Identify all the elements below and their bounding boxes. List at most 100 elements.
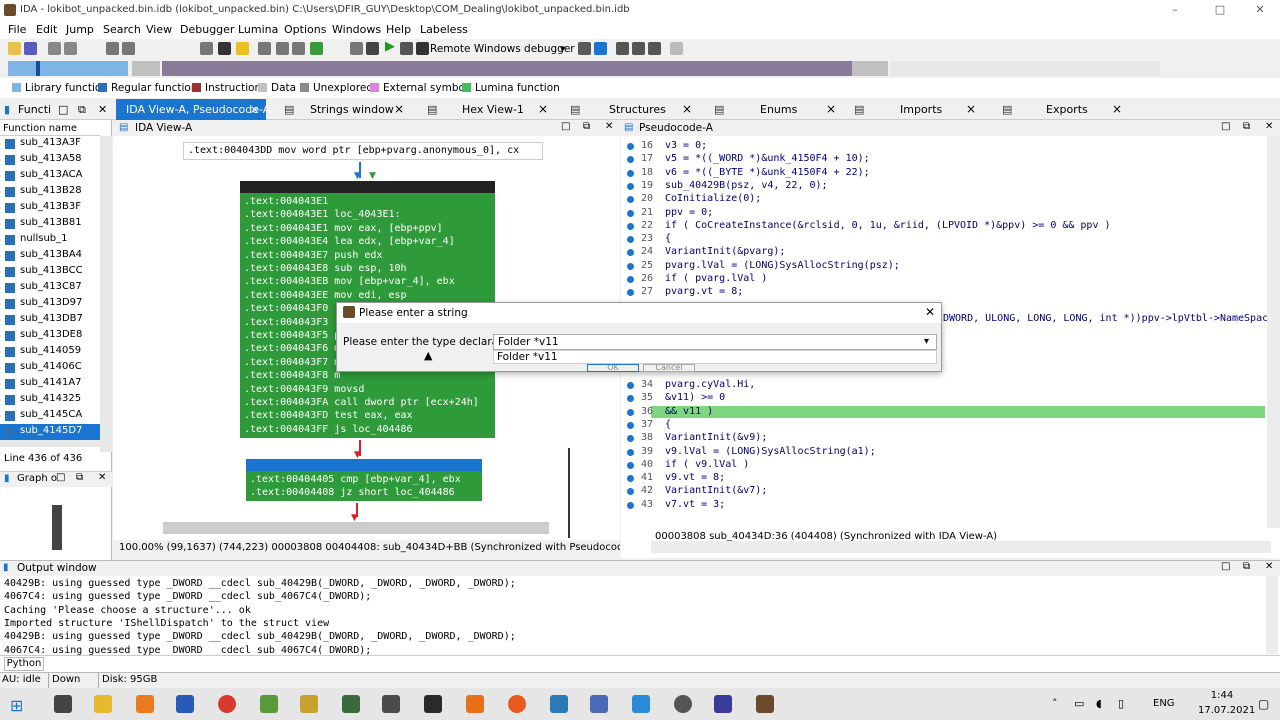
restore-icon[interactable]: ⧉ (1243, 561, 1250, 572)
ida-icon[interactable] (756, 695, 774, 713)
close-icon[interactable]: ✕ (98, 472, 106, 483)
restore-icon[interactable]: ⧉ (78, 99, 86, 120)
app-icon[interactable] (342, 695, 360, 713)
function-row[interactable]: sub_413B3F (0, 200, 100, 216)
tab-functions[interactable]: ▮ Functi □ ⧉ ✕ (0, 99, 112, 120)
float-icon[interactable]: □ (1221, 121, 1230, 132)
sound-icon[interactable]: ◖ (1096, 697, 1102, 710)
function-row[interactable]: sub_413BA4 (0, 248, 100, 264)
menu-lumina[interactable]: Lumina (238, 23, 278, 36)
restore-icon[interactable]: ⧉ (1243, 121, 1250, 132)
graph-block-top[interactable]: .text:004043DD mov word ptr [ebp+pvarg.a… (183, 142, 543, 160)
close-button[interactable]: ✕ (1245, 0, 1275, 20)
chrome-icon[interactable] (218, 695, 236, 713)
battery-icon[interactable]: ▯ (1118, 697, 1124, 710)
cli-language-button[interactable]: Python (4, 657, 44, 671)
settings-icon[interactable] (54, 695, 72, 713)
run-to-icon[interactable] (670, 42, 683, 55)
menu-help[interactable]: Help (386, 23, 411, 36)
app-icon[interactable] (300, 695, 318, 713)
autocomplete-dropdown[interactable]: Folder *v11 (493, 350, 937, 364)
terminate-icon[interactable] (416, 42, 429, 55)
struct-icon[interactable] (258, 42, 271, 55)
functions-column-header[interactable]: Function name (3, 123, 77, 134)
play-icon[interactable]: ▶ (385, 39, 395, 54)
pseudocode-vscrollbar[interactable] (1267, 136, 1280, 528)
app-icon[interactable] (674, 695, 692, 713)
language-indicator[interactable]: ENG (1153, 698, 1175, 709)
save-icon[interactable] (24, 42, 37, 55)
tab-enums[interactable]: ▤ Enums × (712, 99, 842, 120)
run-script-icon[interactable] (310, 42, 323, 55)
tab-hex-view[interactable]: ▤ Hex View-1 × (425, 99, 555, 120)
tab-ida-view[interactable]: IDA View-A, Pseudocode-A × (116, 99, 270, 120)
close-icon[interactable]: ✕ (1265, 121, 1273, 132)
terminal-icon[interactable] (176, 695, 194, 713)
tab-structures[interactable]: ▤ Structures × (568, 99, 698, 120)
maximize-button[interactable]: □ (1205, 0, 1235, 20)
function-row[interactable]: sub_413DE8 (0, 328, 100, 344)
function-row[interactable]: sub_413DB7 (0, 312, 100, 328)
float-icon[interactable]: □ (1221, 561, 1230, 572)
menu-windows[interactable]: Windows (332, 23, 381, 36)
function-row[interactable]: sub_413A3F (0, 136, 100, 152)
firefox-icon[interactable] (508, 695, 526, 713)
x64dbg-icon[interactable] (714, 695, 732, 713)
step-out-icon[interactable] (648, 42, 661, 55)
network-icon[interactable]: ▭ (1074, 697, 1084, 710)
menu-labeless[interactable]: Labeless (420, 23, 468, 36)
file-explorer-icon[interactable] (94, 695, 112, 713)
code-icon[interactable] (122, 42, 135, 55)
back-icon[interactable] (48, 42, 61, 55)
close-icon[interactable]: ✕ (605, 121, 613, 132)
menu-search[interactable]: Search (103, 23, 141, 36)
pseudocode-hscrollbar[interactable] (651, 541, 1271, 553)
binary-icon[interactable] (106, 42, 119, 55)
function-row[interactable]: sub_41406C (0, 360, 100, 376)
graph-overview-thumbnail[interactable] (52, 505, 62, 550)
function-row[interactable]: sub_413D97 (0, 296, 100, 312)
step-over-icon[interactable] (632, 42, 645, 55)
ok-button[interactable]: OK (587, 364, 639, 372)
breakpoint-icon[interactable] (350, 42, 363, 55)
forward-icon[interactable] (64, 42, 77, 55)
function-row[interactable]: sub_414325 (0, 392, 100, 408)
data-icon[interactable] (200, 42, 213, 55)
function-row[interactable]: sub_413B28 (0, 184, 100, 200)
function-row[interactable]: sub_4141A7 (0, 376, 100, 392)
cancel-button[interactable]: Cancel (643, 364, 695, 372)
menu-file[interactable]: File (8, 23, 26, 36)
output-scrollbar[interactable] (1266, 576, 1278, 654)
close-icon[interactable]: ✕ (925, 305, 935, 319)
navigation-band[interactable] (0, 59, 1280, 78)
function-row[interactable]: sub_4145D7 (0, 424, 100, 440)
stop-icon[interactable] (366, 42, 379, 55)
restore-icon[interactable]: ⧉ (76, 472, 83, 483)
debugger-select[interactable]: Remote Windows debugger ▾ (430, 41, 575, 57)
close-icon[interactable]: × (682, 99, 692, 120)
app-icon[interactable] (632, 695, 650, 713)
pause-icon[interactable] (400, 42, 413, 55)
clock-time[interactable]: 1:44 (1198, 690, 1246, 701)
menu-debugger[interactable]: Debugger (180, 23, 234, 36)
close-icon[interactable]: ✕ (1265, 561, 1273, 572)
function-row[interactable]: sub_413C87 (0, 280, 100, 296)
function-row[interactable]: sub_413ACA (0, 168, 100, 184)
menu-jump[interactable]: Jump (66, 23, 94, 36)
app-icon[interactable] (382, 695, 400, 713)
minimize-button[interactable]: – (1160, 0, 1190, 20)
close-icon[interactable]: ✕ (98, 99, 107, 120)
step-into-icon[interactable] (616, 42, 629, 55)
debug-settings-icon[interactable] (578, 42, 591, 55)
menu-edit[interactable]: Edit (36, 23, 57, 36)
lightbulb-icon[interactable] (236, 42, 249, 55)
clock-date[interactable]: 17.07.2021 (1198, 705, 1255, 716)
app-icon[interactable] (260, 695, 278, 713)
attach-icon[interactable] (594, 42, 607, 55)
virtualbox-icon[interactable] (590, 695, 608, 713)
function-row[interactable]: nullsub_1 (0, 232, 100, 248)
close-icon[interactable]: × (966, 99, 976, 120)
menu-options[interactable]: Options (284, 23, 326, 36)
ascii-icon[interactable] (218, 42, 231, 55)
notifications-icon[interactable]: ▢ (1258, 697, 1269, 711)
